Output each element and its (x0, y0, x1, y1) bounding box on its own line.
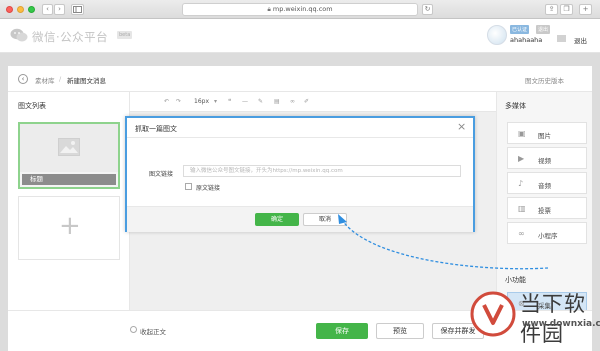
editor-toolbar: ↶ ↷ 16px ▾ ❝ — ✎ ▤ ∞ ✐ (130, 92, 496, 112)
undo-icon[interactable]: ↶ (164, 98, 169, 105)
window-maximize-button[interactable] (28, 6, 35, 13)
username[interactable]: ahahaaha (510, 36, 542, 44)
quote-icon[interactable]: ❝ (228, 98, 231, 105)
address-bar[interactable]: 🔒︎ mp.weixin.qq.com (182, 3, 418, 16)
dialog-title: 抓取一篇图文 (135, 125, 177, 133)
breadcrumb-library[interactable]: 素材库 (35, 75, 55, 85)
platform-title: 微信·公众平台 (32, 30, 109, 44)
video-icon: ▶ (518, 154, 525, 163)
platform-badge: beta (117, 31, 133, 39)
save-button[interactable]: 保存 (316, 323, 368, 339)
collapse-label[interactable]: 收起正文 (140, 326, 166, 336)
chevron-down-icon[interactable]: ▾ (214, 98, 217, 105)
article-list-title: 图文列表 (18, 102, 46, 110)
edit-icon[interactable]: ✐ (304, 98, 309, 105)
account-badge: 退出 (536, 25, 551, 34)
image-icon: ▣ (518, 129, 526, 138)
back-arrow-icon[interactable]: ‹ (18, 74, 28, 84)
lock-icon: 🔒︎ (267, 5, 271, 13)
image-placeholder-icon (58, 138, 80, 156)
watermark-logo-icon (470, 291, 516, 337)
share-icon[interactable]: ⇪ (545, 4, 558, 15)
link-icon[interactable]: ∞ (290, 98, 295, 105)
site-watermark: 当下软件园 www.downxia.com (470, 285, 600, 349)
plus-icon: + (59, 211, 81, 241)
confirm-button[interactable]: 确定 (255, 213, 299, 226)
article-link-input[interactable] (183, 165, 461, 177)
media-panel-title: 多媒体 (505, 102, 526, 110)
original-link-checkbox[interactable] (185, 183, 192, 190)
browser-toolbar: ‹ › 🔒︎ mp.weixin.qq.com ↻ ⇪ ❐ + (0, 0, 600, 19)
annotation-arrow (338, 214, 549, 270)
logout-link[interactable]: 退出 (574, 35, 587, 45)
app-header: 微信·公众平台 beta 已认证 退出 ahahaaha 退出 (0, 19, 600, 53)
audio-icon: ♪ (518, 179, 524, 188)
avatar[interactable] (487, 25, 507, 45)
cover-title: 标题 (22, 174, 116, 185)
add-article-button[interactable]: + (18, 196, 120, 260)
address-text: mp.weixin.qq.com (272, 5, 333, 13)
text-style-icon[interactable]: ▤ (274, 98, 280, 105)
wechat-logo-icon (10, 28, 28, 42)
tabs-icon[interactable]: ❐ (560, 4, 573, 15)
watermark-url: www.downxia.com (522, 319, 600, 329)
media-item-image[interactable]: ▣ 图片 (507, 122, 587, 144)
message-icon[interactable] (557, 35, 566, 42)
media-item-audio[interactable]: ♪ 音频 (507, 172, 587, 194)
window-minimize-button[interactable] (17, 6, 24, 13)
sidebar-toggle-icon[interactable] (71, 4, 84, 15)
watermark-text: 当下软件园 (520, 292, 586, 346)
reload-icon[interactable]: ↻ (422, 4, 433, 15)
close-icon[interactable]: × (457, 121, 466, 133)
article-link-label: 图文链接 (149, 171, 174, 178)
breadcrumb-separator: / (59, 75, 62, 83)
original-link-label[interactable]: 原文链接 (196, 183, 220, 192)
collapse-radio[interactable] (130, 326, 137, 333)
media-item-label: 音频 (538, 182, 551, 190)
font-size-select[interactable]: 16px (194, 98, 209, 105)
verified-badge: 已认证 (510, 25, 530, 34)
breadcrumb: ‹ 素材库 / 新建图文消息 图文历史版本 (8, 66, 592, 92)
media-item-video[interactable]: ▶ 视频 (507, 147, 587, 169)
dialog-header: 抓取一篇图文 × (127, 118, 473, 138)
breadcrumb-current: 新建图文消息 (67, 77, 106, 85)
media-item-label: 视频 (538, 157, 551, 165)
article-list-panel: 图文列表 标题 + (8, 92, 130, 310)
preview-button[interactable]: 预览 (376, 323, 424, 339)
window-close-button[interactable] (6, 6, 13, 13)
media-item-label: 图片 (538, 132, 551, 140)
browser-forward-button[interactable]: › (54, 4, 65, 15)
history-version-link[interactable]: 图文历史版本 (525, 75, 564, 85)
cover-image-placeholder (20, 124, 118, 172)
new-tab-icon[interactable]: + (579, 4, 592, 15)
divider-icon[interactable]: — (242, 98, 248, 105)
article-cover-card[interactable]: 标题 (18, 122, 120, 189)
format-brush-icon[interactable]: ✎ (258, 98, 263, 105)
redo-icon[interactable]: ↷ (176, 98, 181, 105)
browser-back-button[interactable]: ‹ (42, 4, 53, 15)
